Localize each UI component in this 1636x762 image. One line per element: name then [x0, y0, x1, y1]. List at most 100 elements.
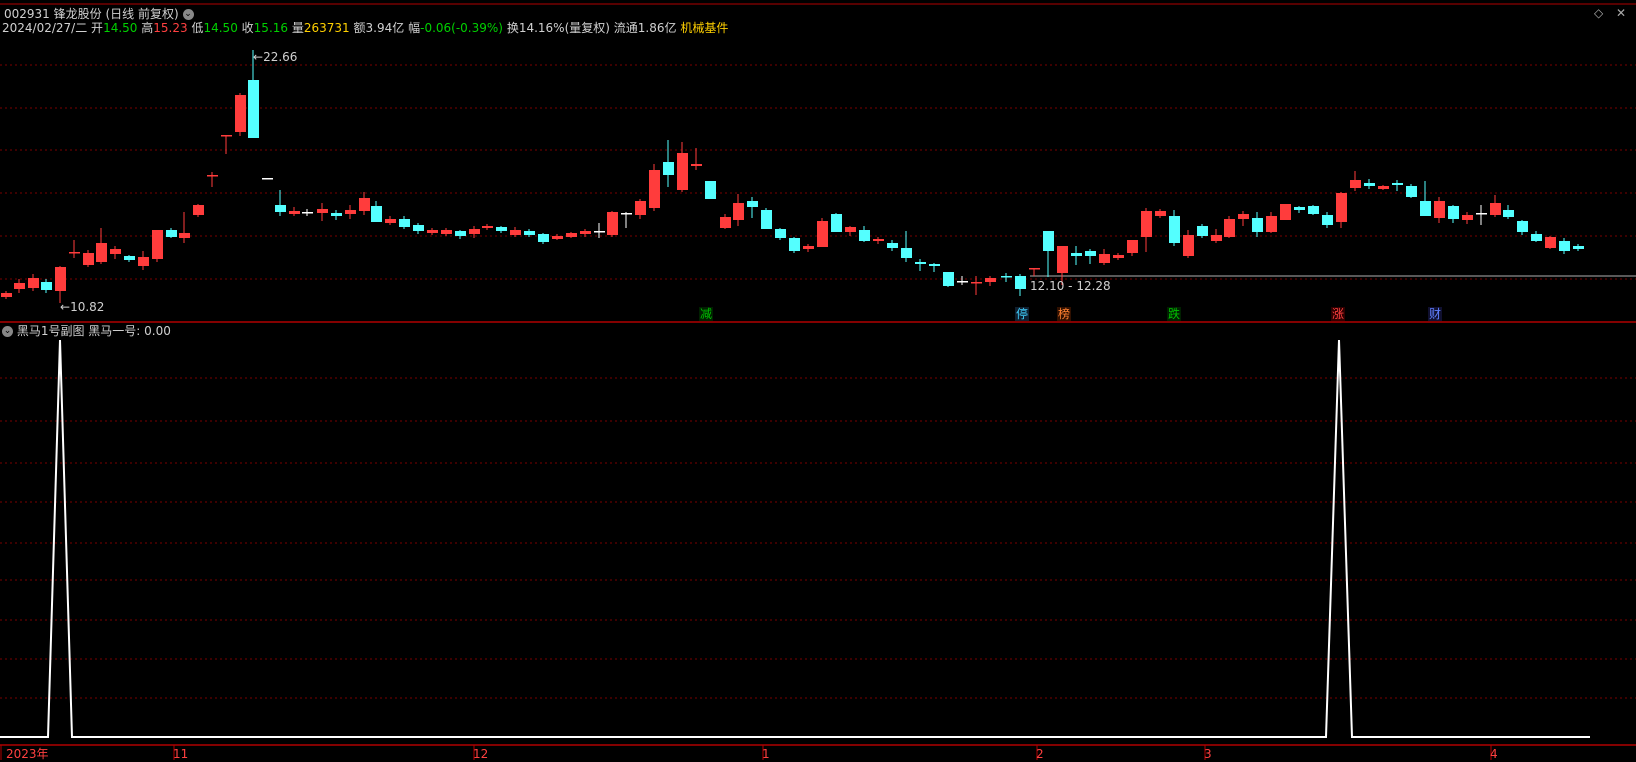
candle-body	[1308, 206, 1319, 214]
arrow-icon: ←	[253, 50, 264, 64]
candle-body	[1043, 231, 1054, 251]
candle-body	[427, 230, 438, 233]
candle-body	[1476, 213, 1487, 215]
candle-body	[1155, 211, 1166, 216]
chart-canvas	[0, 3, 1636, 760]
candle-body	[817, 221, 828, 247]
time-axis-label: 2023年	[6, 747, 49, 761]
candle-body	[705, 181, 716, 199]
candle-body	[455, 231, 466, 236]
candle-body	[594, 231, 605, 233]
candle-body	[929, 264, 940, 266]
candle-body	[635, 201, 646, 215]
candle-body	[1378, 186, 1389, 189]
candle-body	[14, 283, 25, 289]
candle-body	[1141, 211, 1152, 237]
period-label[interactable]: (日线 前复权)	[105, 7, 178, 21]
series-name: 黑马一号:	[88, 324, 141, 338]
candle-body	[524, 231, 535, 235]
candle-body	[873, 239, 884, 241]
candle-body	[1420, 201, 1431, 216]
candle-body	[28, 278, 39, 288]
low-price-value: 10.82	[70, 300, 105, 314]
sub-chart-menu-icon[interactable]: ⌄	[2, 326, 13, 337]
candle-body	[1266, 216, 1277, 232]
candle-body	[1071, 253, 1082, 256]
candle-body	[1113, 255, 1124, 258]
candle-body	[207, 175, 218, 177]
candle-body	[152, 230, 163, 259]
event-tag-finance[interactable]: 财	[1428, 307, 1443, 321]
time-axis-label: 1	[762, 747, 770, 761]
candle-body	[193, 205, 204, 215]
close-icon[interactable]: ✕	[1616, 6, 1626, 20]
candle-body	[1392, 183, 1403, 185]
candle-body	[385, 219, 396, 223]
candle-body	[1252, 218, 1263, 232]
candle-body	[1, 293, 12, 297]
candle-body	[677, 153, 688, 190]
candle-body	[1322, 215, 1333, 225]
stock-code: 002931	[4, 7, 50, 21]
candle-body	[1364, 183, 1375, 186]
candle-body	[663, 162, 674, 175]
candle-body	[510, 230, 521, 235]
amount-label: 额	[353, 21, 366, 35]
candle-body	[607, 212, 618, 235]
settings-icon[interactable]: ⌄	[182, 9, 194, 20]
candle-body	[1545, 237, 1556, 248]
candle-body	[1559, 241, 1570, 251]
candle-body	[496, 227, 507, 231]
diamond-icon[interactable]: ◇	[1594, 6, 1603, 20]
candle-body	[1085, 251, 1096, 256]
event-tag-fall[interactable]: 跌	[1167, 307, 1182, 321]
candle-body	[803, 246, 814, 249]
change-label: 幅	[408, 21, 421, 35]
event-tag-rise[interactable]: 涨	[1331, 307, 1346, 321]
quote-info-row: 2024/02/27/二 开14.50 高15.23 低14.50 收15.16…	[2, 21, 728, 35]
candle-body	[248, 80, 259, 138]
sub-chart-title[interactable]: 黑马1号副图	[17, 324, 85, 338]
candle-body	[789, 238, 800, 251]
candle-body	[317, 209, 328, 213]
low-value: 14.50	[203, 21, 238, 35]
time-axis-label: 4	[1490, 747, 1498, 761]
candle-body	[262, 178, 273, 180]
candle-body	[1211, 235, 1222, 241]
low-price-marker: ←10.82	[60, 300, 104, 314]
candle-body	[691, 164, 702, 166]
event-tag-list[interactable]: 榜	[1057, 307, 1072, 321]
candle-body	[1169, 216, 1180, 243]
candle-body	[1350, 180, 1361, 188]
candle-body	[971, 282, 982, 284]
indicator-line	[0, 339, 1590, 738]
candle-body	[41, 282, 52, 290]
candle-body	[775, 229, 786, 238]
high-price-marker: ←22.66	[253, 50, 297, 64]
turnover-value: 换14.16%(量复权)	[506, 21, 610, 35]
candle-body	[359, 198, 370, 211]
candle-body	[1336, 193, 1347, 222]
candle-body	[1280, 204, 1291, 220]
event-tag-reduce[interactable]: 减	[699, 307, 714, 321]
float-value: 流通1.86亿	[613, 21, 677, 35]
candle-body	[649, 170, 660, 208]
candle-body	[345, 210, 356, 214]
range-label: 12.10 - 12.28	[1030, 279, 1111, 293]
stock-name[interactable]: 锋龙股份	[54, 7, 102, 21]
event-tag-suspend[interactable]: 停	[1015, 307, 1030, 321]
candle-body	[1099, 254, 1110, 263]
candle-body	[1517, 221, 1528, 232]
volume-value: 263731	[303, 21, 350, 35]
candle-body	[302, 212, 313, 214]
candle-body	[289, 211, 300, 214]
candle-body	[901, 248, 912, 258]
close-value: 15.16	[253, 21, 289, 35]
candle-body	[1238, 214, 1249, 219]
candle-body	[331, 213, 342, 216]
candle-body	[887, 243, 898, 248]
sector-link[interactable]: 机械基件	[680, 21, 728, 35]
candle-body	[538, 234, 549, 242]
candle-body	[552, 236, 563, 239]
candle-body	[1490, 203, 1501, 215]
